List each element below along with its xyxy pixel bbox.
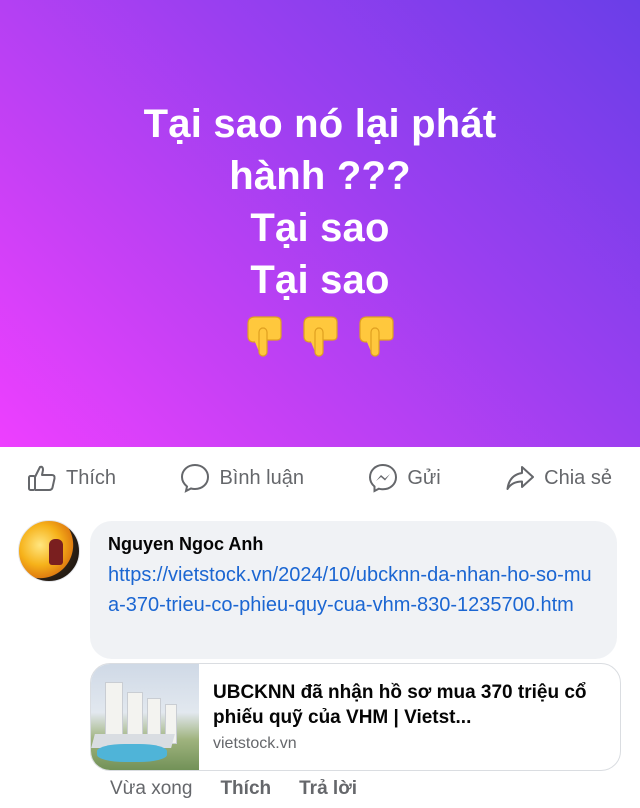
- point-down-icon: [303, 315, 338, 357]
- emoji-row: [245, 314, 395, 358]
- comment-bubble-icon: [181, 463, 210, 493]
- like-button[interactable]: Thích: [26, 462, 116, 494]
- avatar-figure: [49, 539, 63, 565]
- post-background-banner: Tại sao nó lại phát hành ??? Tại sao Tại…: [0, 0, 640, 447]
- comment-like-button[interactable]: Thích: [220, 778, 271, 800]
- thumbs-up-icon: [28, 465, 56, 491]
- comment-meta-row: Vừa xong Thích Trả lời: [110, 778, 357, 800]
- avatar[interactable]: [18, 520, 80, 582]
- point-down-icon: [247, 315, 282, 357]
- comment-time: Vừa xong: [110, 778, 193, 799]
- link-preview-text: UBCKNN đã nhận hồ sơ mua 370 triệu cổ ph…: [199, 664, 620, 770]
- post-text-line-4: Tại sao: [250, 257, 390, 302]
- comment-button[interactable]: Bình luận: [179, 462, 304, 494]
- post-text-line-2: hành ???: [229, 153, 411, 198]
- like-label: Thích: [66, 466, 117, 489]
- comment-label: Bình luận: [219, 466, 304, 489]
- link-preview-title: UBCKNN đã nhận hồ sơ mua 370 triệu cổ ph…: [213, 682, 587, 728]
- point-down-icon: [359, 315, 394, 357]
- send-label: Gửi: [407, 466, 441, 489]
- post-text-line-1: Tại sao nó lại phát: [143, 101, 497, 146]
- link-preview-thumbnail: [91, 664, 199, 770]
- post-text-line-3: Tại sao: [250, 205, 390, 250]
- share-label: Chia sẻ: [544, 466, 612, 489]
- comment-link[interactable]: https://vietstock.vn/2024/10/ubcknn-da-n…: [108, 560, 599, 620]
- send-button[interactable]: Gửi: [367, 462, 441, 494]
- share-button[interactable]: Chia sẻ: [504, 462, 612, 494]
- comment-bubble: Nguyen Ngoc Anh https://vietstock.vn/202…: [90, 521, 617, 659]
- messenger-icon: [369, 463, 398, 493]
- link-preview-domain: vietstock.vn: [213, 735, 297, 752]
- thumbnail-pool: [97, 744, 167, 762]
- link-preview-card[interactable]: UBCKNN đã nhận hồ sơ mua 370 triệu cổ ph…: [90, 663, 621, 771]
- share-arrow-icon: [506, 466, 535, 490]
- post-action-bar: Thích Bình luận Gửi Chia sẻ: [0, 447, 640, 509]
- comment-reply-button[interactable]: Trả lời: [299, 778, 357, 800]
- comment-author-name[interactable]: Nguyen Ngoc Anh: [108, 534, 599, 555]
